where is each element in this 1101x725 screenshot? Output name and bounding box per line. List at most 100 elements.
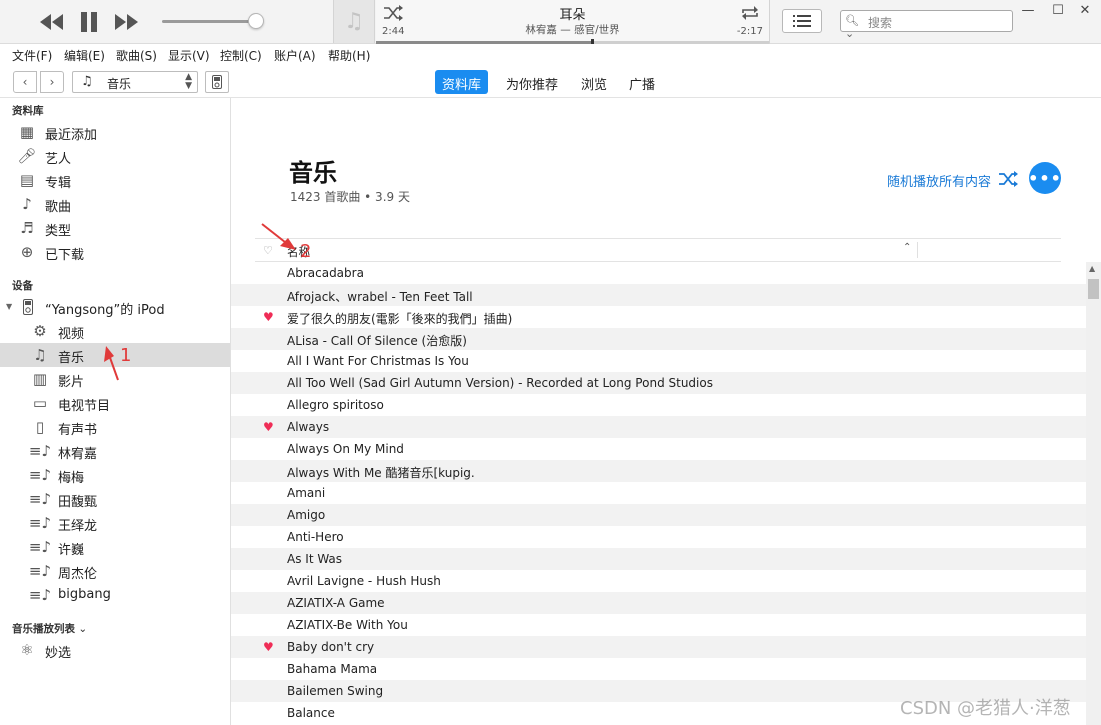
sidebar-item-playlist[interactable]: ≡♪ 田馥甄 xyxy=(0,487,230,511)
tab-for-you[interactable]: 为你推荐 xyxy=(499,70,565,94)
loved-heart-icon[interactable]: ♥ xyxy=(263,640,274,654)
close-button[interactable]: ✕ xyxy=(1070,0,1100,20)
menu-view[interactable]: 显示(V) xyxy=(168,47,210,64)
song-row[interactable]: Bahama Mama xyxy=(231,658,1086,680)
song-row[interactable]: ♥ 爱了很久的朋友(電影「後來的我們」插曲) xyxy=(231,306,1086,328)
song-name: 爱了很久的朋友(電影「後來的我們」插曲) xyxy=(287,312,513,326)
song-row[interactable]: ♥ Baby don't cry xyxy=(231,636,1086,658)
remaining-time: -2:17 xyxy=(736,26,763,37)
tab-browse[interactable]: 浏览 xyxy=(574,70,614,94)
volume-slider[interactable] xyxy=(162,20,258,23)
sidebar-item-playlist[interactable]: ≡♪ 周杰伦 xyxy=(0,559,230,583)
repeat-icon[interactable] xyxy=(739,4,761,22)
sidebar-item-label: 音乐 xyxy=(58,351,85,366)
playlist-icon: ≡♪ xyxy=(28,562,52,580)
song-name: AZIATIX-Be With You xyxy=(287,618,408,632)
song-name: Afrojack、wrabel - Ten Feet Tall xyxy=(287,290,473,304)
chevron-down-icon: ⌄ xyxy=(75,623,88,635)
loved-heart-icon[interactable]: ♥ xyxy=(263,420,274,434)
song-row[interactable]: All I Want For Christmas Is You xyxy=(231,350,1086,372)
song-row[interactable]: Amigo xyxy=(231,504,1086,526)
minimize-button[interactable]: — xyxy=(1013,0,1043,20)
scrollbar-thumb[interactable] xyxy=(1088,279,1099,299)
loved-heart-icon[interactable]: ♥ xyxy=(263,310,274,324)
next-track-icon[interactable] xyxy=(114,10,140,34)
song-row[interactable]: Allegro spiritoso xyxy=(231,394,1086,416)
media-kind-select[interactable]: ♫ 音乐 ▲ ▼ xyxy=(72,71,198,93)
album-icon: ▤ xyxy=(19,171,35,189)
ipod-icon xyxy=(23,299,33,315)
song-row[interactable]: Abracadabra xyxy=(231,262,1086,284)
song-row[interactable]: Afrojack、wrabel - Ten Feet Tall xyxy=(231,284,1086,306)
music-note-icon: ♫ xyxy=(333,0,375,43)
menu-help[interactable]: 帮助(H) xyxy=(328,47,370,64)
menu-song[interactable]: 歌曲(S) xyxy=(116,47,157,64)
genre-icon: ♬ xyxy=(20,219,34,237)
pause-icon[interactable] xyxy=(78,10,100,34)
elapsed-time: 2:44 xyxy=(382,26,405,37)
song-row[interactable]: Always With Me 酷猪音乐[kupig. xyxy=(231,460,1086,482)
library-heading: 资料库 xyxy=(12,105,44,117)
heart-column-icon[interactable]: ♡ xyxy=(263,244,273,257)
sidebar-item-playlist[interactable]: ≡♪ 林宥嘉 xyxy=(0,439,230,463)
sidebar-item-recently-added[interactable]: ▦ 最近添加 xyxy=(0,120,230,144)
song-row[interactable]: Amani xyxy=(231,482,1086,504)
sidebar-item-artists[interactable]: 🎤︎ 艺人 xyxy=(0,144,230,168)
player-bar: ♫ 耳朵 林宥嘉 — 感官/世界 2:44 -2:17 🔍︎⌄ 搜索 — ☐ ✕ xyxy=(0,0,1101,46)
sidebar-item-device-tv[interactable]: ▭ 电视节目 xyxy=(0,391,230,415)
sidebar-item-device-movies[interactable]: ▥ 影片 xyxy=(0,367,230,391)
music-playlists-heading[interactable]: 音乐播放列表 ⌄ xyxy=(12,621,87,636)
sidebar-item-device-video[interactable]: ⚙ 视频 xyxy=(0,319,230,343)
sidebar-item-device-music[interactable]: ♫ 音乐 xyxy=(0,343,230,367)
song-row[interactable]: AZIATIX-A Game xyxy=(231,592,1086,614)
scroll-up-icon[interactable]: ▲ xyxy=(1089,264,1095,273)
shuffle-all-link[interactable]: 随机播放所有内容 xyxy=(887,171,991,190)
maximize-button[interactable]: ☐ xyxy=(1043,0,1073,20)
ellipsis-icon: ••• xyxy=(1028,168,1062,188)
page-title: 音乐 xyxy=(289,159,337,187)
sidebar-item-device[interactable]: ▼ “Yangsong”的 iPod xyxy=(0,295,230,319)
tab-radio[interactable]: 广播 xyxy=(622,70,662,94)
sidebar-item-device-audiobooks[interactable]: ▯ 有声书 xyxy=(0,415,230,439)
sort-ascending-icon[interactable]: ⌃ xyxy=(903,242,911,253)
sidebar-item-playlist[interactable]: ≡♪ bigbang xyxy=(0,583,230,607)
song-row[interactable]: ALisa - Call Of Silence (治愈版) xyxy=(231,328,1086,350)
menu-account[interactable]: 账户(A) xyxy=(274,47,316,64)
column-divider[interactable] xyxy=(917,242,918,258)
search-input[interactable]: 🔍︎⌄ 搜索 xyxy=(840,10,1013,40)
song-row[interactable]: ♥ Always xyxy=(231,416,1086,438)
song-row[interactable]: Anti-Hero xyxy=(231,526,1086,548)
song-row[interactable]: As It Was xyxy=(231,548,1086,570)
sidebar-item-albums[interactable]: ▤ 专辑 xyxy=(0,168,230,192)
volume-knob[interactable] xyxy=(248,13,264,29)
sidebar-item-playlist[interactable]: ≡♪ 王绎龙 xyxy=(0,511,230,535)
menu-file[interactable]: 文件(F) xyxy=(12,47,52,64)
up-next-button[interactable] xyxy=(782,9,822,33)
disclosure-triangle-icon[interactable]: ▼ xyxy=(6,302,12,311)
back-button[interactable]: ‹ xyxy=(13,71,37,93)
media-kind-label: 音乐 xyxy=(107,77,132,91)
vertical-scrollbar[interactable]: ▲ xyxy=(1086,262,1101,725)
list-icon xyxy=(793,15,811,27)
shuffle-icon[interactable] xyxy=(997,170,1019,188)
more-options-button[interactable]: ••• xyxy=(1028,162,1062,194)
sidebar-item-genres[interactable]: ♬ 类型 xyxy=(0,216,230,240)
sidebar-item-label: 周杰伦 xyxy=(58,567,98,582)
sidebar-item-label: 许巍 xyxy=(58,543,85,558)
device-button[interactable] xyxy=(205,71,229,93)
sidebar-item-genius-mix[interactable]: ⚛ 妙选 xyxy=(0,638,230,662)
forward-button[interactable]: › xyxy=(40,71,64,93)
microphone-icon: 🎤︎ xyxy=(17,147,37,165)
tab-library[interactable]: 资料库 xyxy=(435,70,489,94)
sidebar-item-playlist[interactable]: ≡♪ 许巍 xyxy=(0,535,230,559)
song-row[interactable]: All Too Well (Sad Girl Autumn Version) -… xyxy=(231,372,1086,394)
sidebar-item-playlist[interactable]: ≡♪ 梅梅 xyxy=(0,463,230,487)
song-row[interactable]: Avril Lavigne - Hush Hush xyxy=(231,570,1086,592)
menu-controls[interactable]: 控制(C) xyxy=(220,47,262,64)
sidebar-item-downloaded[interactable]: ⊕ 已下载 xyxy=(0,240,230,264)
sidebar-item-songs[interactable]: ♪ 歌曲 xyxy=(0,192,230,216)
song-row[interactable]: Always On My Mind xyxy=(231,438,1086,460)
menu-edit[interactable]: 编辑(E) xyxy=(64,47,105,64)
previous-track-icon[interactable] xyxy=(38,10,64,34)
song-row[interactable]: AZIATIX-Be With You xyxy=(231,614,1086,636)
